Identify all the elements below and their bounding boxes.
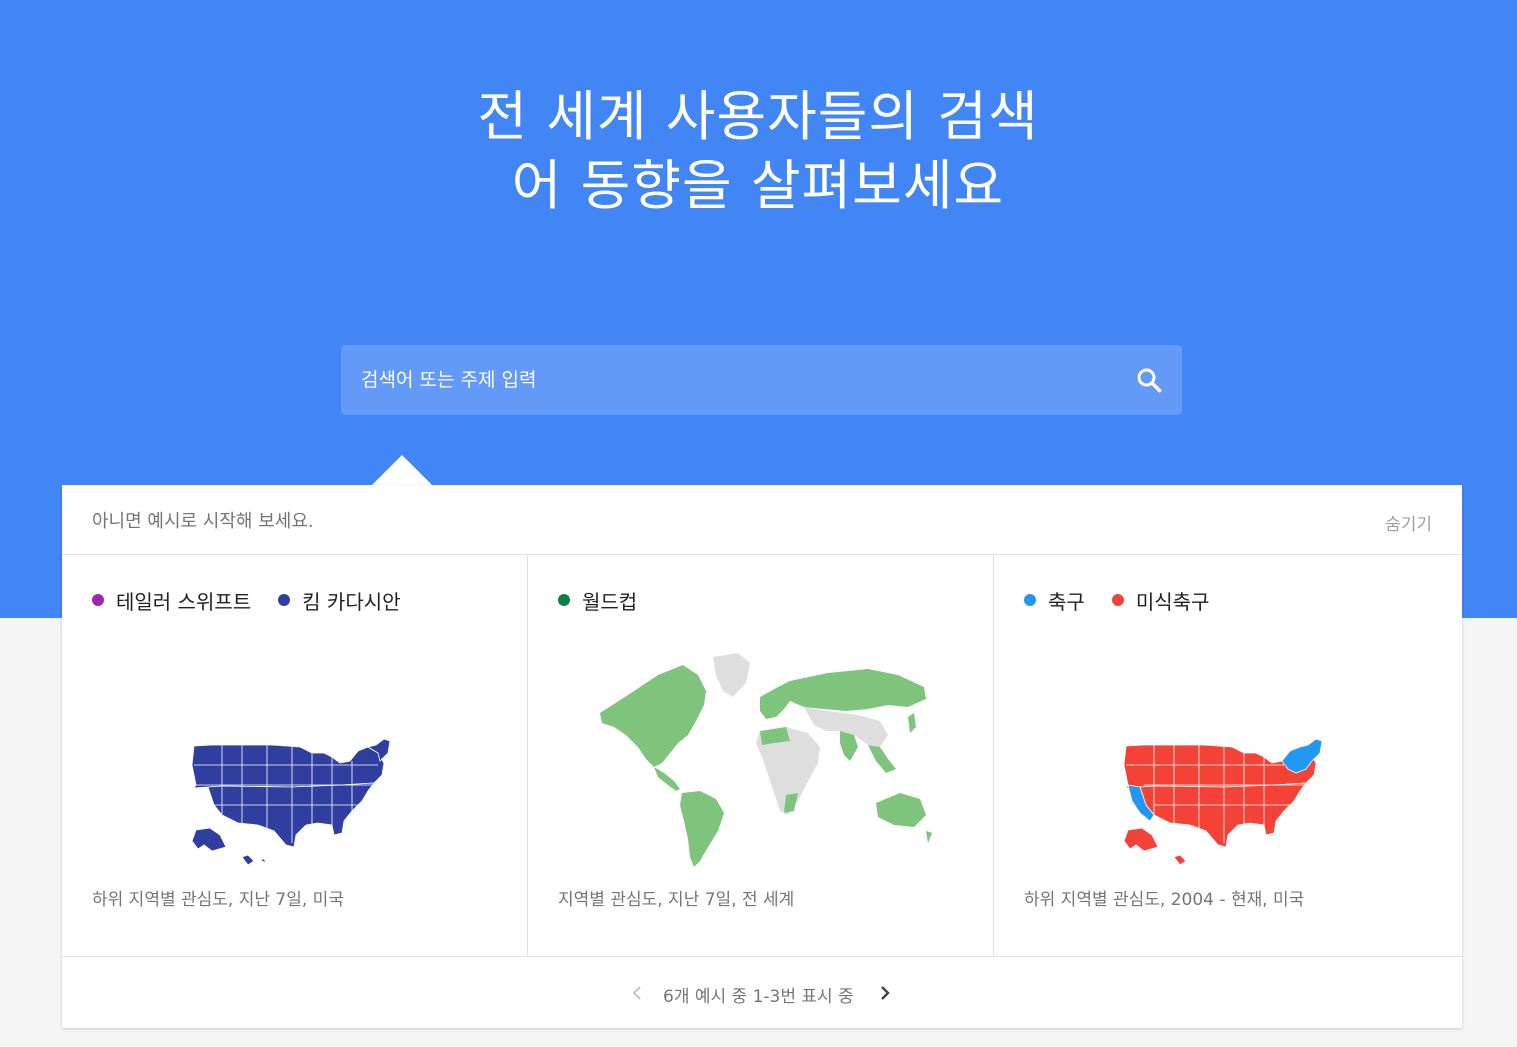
us-map-icon (191, 738, 391, 866)
search-icon[interactable] (1134, 365, 1164, 395)
term-chip: 킴 카다시안 (278, 586, 401, 615)
example-caption: 하위 지역별 관심도, 지난 7일, 미국 (92, 890, 344, 910)
term-label: 축구 (1048, 589, 1085, 614)
example-card[interactable]: 축구 미식축구 하위 지역별 관심도, 2004 - 현재, 미국 (994, 555, 1462, 956)
search-input[interactable] (341, 345, 1121, 415)
term-color-dot (1024, 594, 1036, 606)
example-card[interactable]: 테일러 스위프트 킴 카다시안 하위 지역별 관심도, 지난 7일, 미국 (62, 555, 528, 956)
term-chip: 미식축구 (1111, 586, 1210, 615)
term-chip: 월드컵 (558, 586, 637, 615)
examples-intro: 아니면 예시로 시작해 보세요. (92, 511, 314, 532)
examples-panel: 아니면 예시로 시작해 보세요. 숨기기 테일러 스위프트 킴 카다시안 하위 … (62, 485, 1462, 1028)
search-bar[interactable] (341, 345, 1182, 415)
term-chip: 축구 (1024, 586, 1085, 615)
example-terms: 월드컵 (558, 585, 664, 615)
examples-header: 아니면 예시로 시작해 보세요. 숨기기 (62, 485, 1462, 555)
term-color-dot (558, 594, 570, 606)
chevron-left-icon[interactable] (627, 981, 647, 1005)
page-headline: 전 세계 사용자들의 검색어 동향을 살펴보세요 (477, 85, 1039, 217)
example-terms: 축구 미식축구 (1024, 585, 1236, 615)
examples-pager: 6개 예시 중 1-3번 표시 중 (62, 957, 1462, 1028)
us-map-icon (1123, 738, 1323, 866)
example-terms: 테일러 스위프트 킴 카다시안 (92, 585, 428, 615)
hide-examples-button[interactable]: 숨기기 (1385, 510, 1432, 535)
chevron-right-icon[interactable] (875, 981, 895, 1005)
panel-pointer (372, 455, 432, 485)
term-label: 테일러 스위프트 (116, 589, 252, 614)
pager-status: 6개 예시 중 1-3번 표시 중 (663, 987, 854, 1007)
example-card[interactable]: 월드컵 지역별 관심도, 지난 7일, 전 세계 (528, 555, 994, 956)
world-map-icon (600, 653, 932, 867)
term-color-dot (1111, 594, 1124, 606)
term-label: 미식축구 (1135, 589, 1210, 614)
examples-list: 테일러 스위프트 킴 카다시안 하위 지역별 관심도, 지난 7일, 미국 월드… (62, 555, 1462, 957)
term-label: 월드컵 (582, 589, 638, 614)
term-color-dot (278, 594, 291, 606)
term-label: 킴 카다시안 (302, 589, 401, 614)
term-color-dot (92, 594, 104, 606)
term-chip: 테일러 스위프트 (92, 586, 251, 615)
example-caption: 지역별 관심도, 지난 7일, 전 세계 (558, 890, 795, 910)
example-caption: 하위 지역별 관심도, 2004 - 현재, 미국 (1024, 890, 1305, 910)
